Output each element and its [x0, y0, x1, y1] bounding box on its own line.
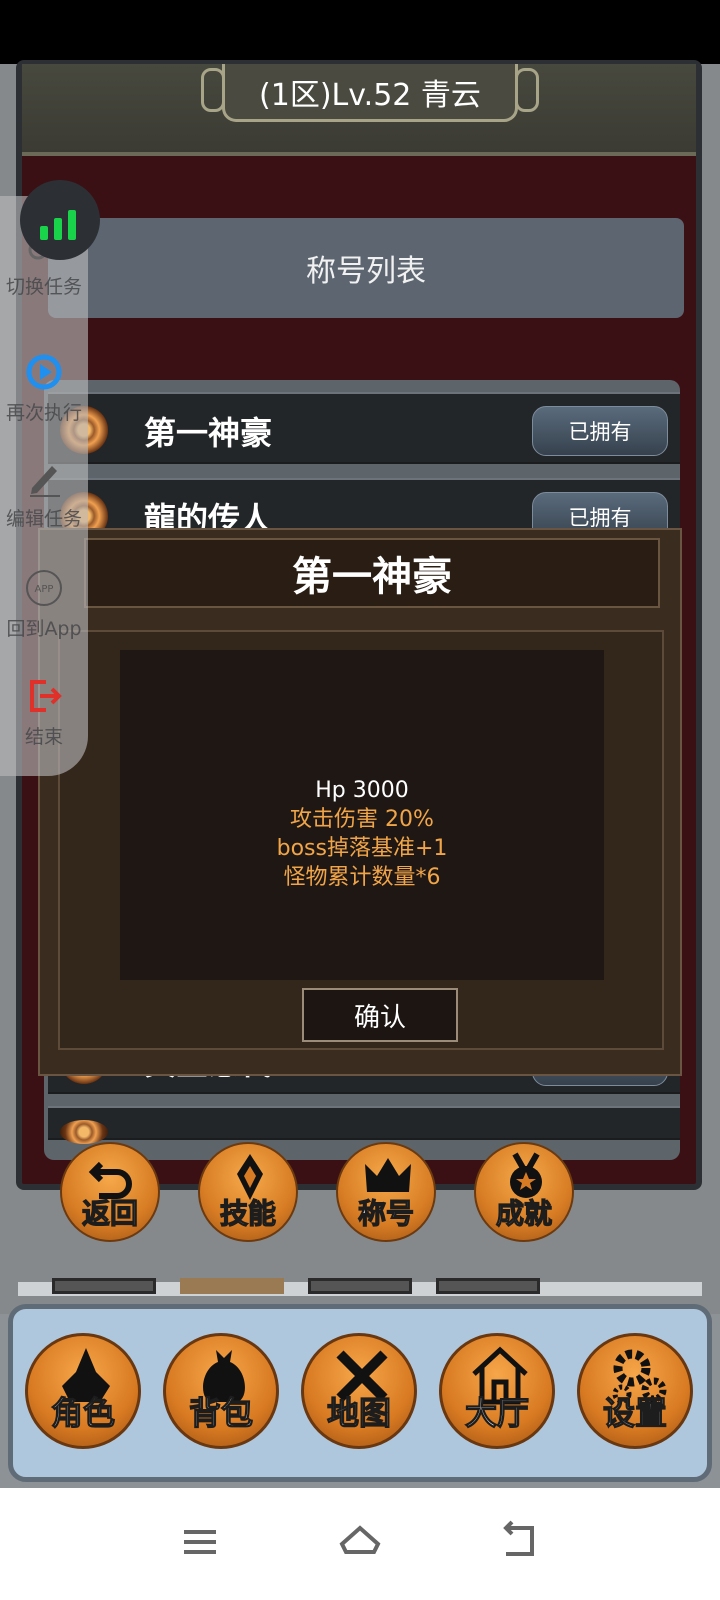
status-bar: [0, 0, 720, 64]
backpack-label: 背包: [188, 1393, 253, 1432]
overlay-label: 切换任务: [5, 276, 82, 298]
effect-monster-count: 怪物累计数量*6: [283, 865, 441, 890]
app-icon: APP: [26, 570, 62, 606]
lobby-label: 大厅: [464, 1393, 529, 1432]
lobby-button[interactable]: 大厅: [439, 1333, 555, 1449]
exit-icon: [30, 680, 62, 712]
edit-icon: [30, 466, 60, 497]
back-to-app-button[interactable]: APP 回到App: [0, 568, 88, 641]
skills-menu-label: 技能: [219, 1196, 276, 1230]
map-button[interactable]: 地图: [301, 1333, 417, 1449]
skills-menu-button[interactable]: 技能: [198, 1142, 298, 1242]
app-badge-text: APP: [35, 584, 54, 595]
list-item[interactable]: 第一神豪 已拥有: [48, 392, 680, 464]
end-button[interactable]: 结束: [0, 676, 88, 749]
signal-icon[interactable]: [20, 180, 100, 260]
effect-boss-drop: boss掉落基准+1: [276, 836, 448, 861]
home-nav-icon[interactable]: [336, 1518, 384, 1566]
title-medal-icon: [60, 1120, 108, 1144]
title-name: 第一神豪: [144, 414, 273, 452]
character-button[interactable]: 角色: [25, 1333, 141, 1449]
replay-button[interactable]: 再次执行: [0, 352, 88, 425]
item-thumbnail-strip: [18, 1278, 702, 1296]
confirm-button[interactable]: 确认: [302, 988, 458, 1042]
list-item[interactable]: [48, 1106, 680, 1144]
server-plaque: (1区)Lv.52 青云: [201, 64, 539, 122]
popup-title: 第一神豪: [292, 554, 452, 600]
system-nav-bar: [0, 1488, 720, 1600]
overlay-label: 再次执行: [5, 402, 82, 424]
floating-toolbar: 切换任务 再次执行 编辑任务 APP 回到App 结束: [0, 196, 88, 776]
overlay-label: 结束: [24, 726, 63, 748]
character-label: 角色: [50, 1393, 115, 1432]
thumbnail[interactable]: [180, 1278, 284, 1294]
replay-icon: [26, 354, 62, 390]
back-nav-icon[interactable]: [496, 1518, 544, 1566]
effects-list: Hp 3000 攻击伤害 20% boss掉落基准+1 怪物累计数量*6: [120, 776, 604, 892]
overlay-label: 编辑任务: [5, 508, 82, 530]
title-list-header: 称号列表: [48, 218, 684, 318]
thumbnail[interactable]: [308, 1278, 412, 1294]
map-label: 地图: [326, 1393, 391, 1432]
back-menu-label: 返回: [81, 1196, 138, 1230]
achievements-menu-button[interactable]: 成就: [474, 1142, 574, 1242]
thumbnail[interactable]: [436, 1278, 540, 1294]
settings-button[interactable]: 设置: [577, 1333, 693, 1449]
backpack-button[interactable]: 背包: [163, 1333, 279, 1449]
owned-button[interactable]: 已拥有: [532, 406, 668, 456]
achievements-menu-label: 成就: [495, 1196, 552, 1230]
overlay-label: 回到App: [6, 618, 82, 640]
edit-task-button[interactable]: 编辑任务: [0, 458, 88, 531]
menu-icon[interactable]: [176, 1518, 224, 1566]
titles-menu-label: 称号: [357, 1196, 414, 1230]
effect-hp: Hp 3000: [315, 778, 409, 803]
main-menu-bar: 角色 背包 地图 大厅 设置: [8, 1304, 712, 1482]
title-detail-popup: 第一神豪 Hp 3000 攻击伤害 20% boss掉落基准+1 怪物累计数量*…: [38, 528, 682, 1076]
popup-header: 第一神豪: [84, 538, 660, 608]
thumbnail[interactable]: [52, 1278, 156, 1294]
effects-panel: Hp 3000 攻击伤害 20% boss掉落基准+1 怪物累计数量*6: [120, 650, 604, 980]
server-title: (1区)Lv.52 青云: [259, 77, 481, 113]
titles-menu-button[interactable]: 称号: [336, 1142, 436, 1242]
settings-label: 设置: [602, 1393, 667, 1432]
popup-body: Hp 3000 攻击伤害 20% boss掉落基准+1 怪物累计数量*6 确认: [58, 630, 664, 1050]
back-menu-button[interactable]: 返回: [60, 1142, 160, 1242]
effect-attack: 攻击伤害 20%: [290, 807, 434, 832]
